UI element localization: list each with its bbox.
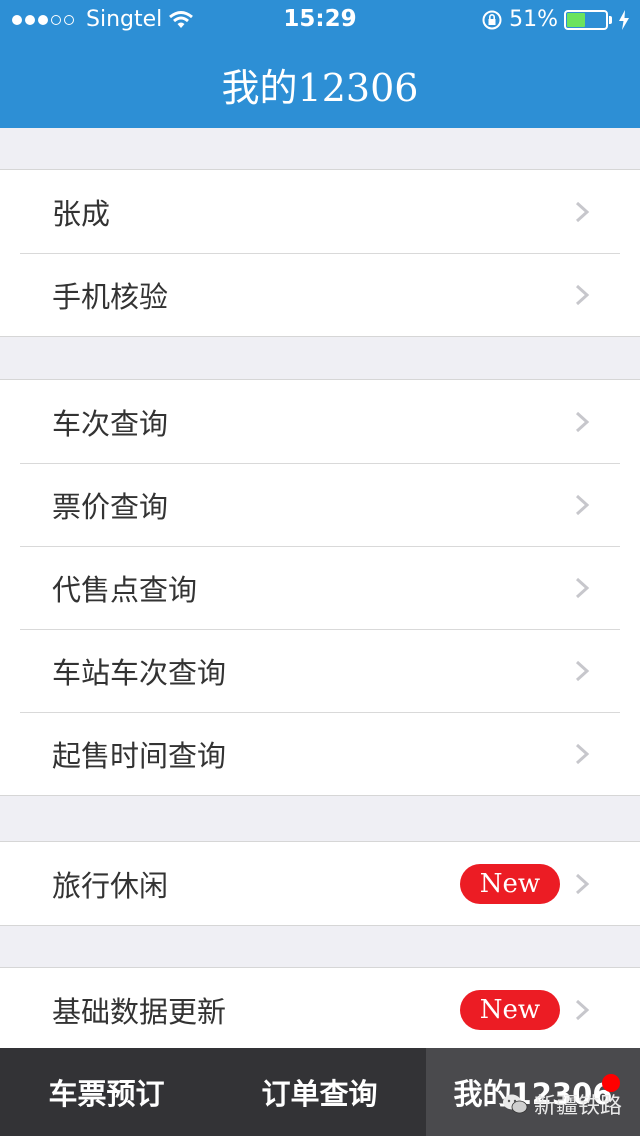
watermark: 新疆铁路 bbox=[502, 1088, 622, 1120]
battery-info: 51% bbox=[481, 7, 630, 32]
chevron-right-icon bbox=[575, 284, 590, 305]
wechat-icon bbox=[502, 1094, 528, 1114]
menu-item-sale-time-query[interactable]: 起售时间查询 bbox=[0, 712, 640, 795]
chevron-right-icon bbox=[575, 494, 590, 515]
tab-label: 订单查询 bbox=[261, 1077, 378, 1111]
chevron-right-icon bbox=[575, 577, 590, 598]
nav-bar: 我的12306 bbox=[0, 40, 640, 128]
menu-item-label: 旅行休闲 bbox=[52, 868, 169, 903]
chevron-right-icon bbox=[575, 999, 590, 1020]
menu-item-phone-verify[interactable]: 手机核验 bbox=[0, 253, 640, 336]
chevron-right-icon bbox=[575, 660, 590, 681]
chevron-right-icon bbox=[575, 201, 590, 222]
menu-item-fare-query[interactable]: 票价查询 bbox=[0, 463, 640, 546]
watermark-text: 新疆铁路 bbox=[533, 1094, 622, 1119]
menu-item-agency-query[interactable]: 代售点查询 bbox=[0, 546, 640, 629]
menu-item-label: 起售时间查询 bbox=[52, 738, 227, 773]
new-badge: New bbox=[460, 863, 560, 904]
tab-ticket-booking[interactable]: 车票预订 bbox=[0, 1048, 213, 1136]
menu-item-user-profile[interactable]: 张成 bbox=[0, 170, 640, 253]
menu-item-label: 手机核验 bbox=[52, 279, 169, 314]
menu-item-label: 车次查询 bbox=[52, 406, 169, 441]
menu-item-station-train-query[interactable]: 车站车次查询 bbox=[0, 629, 640, 712]
menu-item-label: 票价查询 bbox=[52, 489, 169, 524]
chevron-right-icon bbox=[575, 411, 590, 432]
menu-item-data-update[interactable]: 基础数据更新 New bbox=[0, 968, 640, 1051]
new-badge: New bbox=[460, 989, 560, 1030]
chevron-right-icon bbox=[575, 873, 590, 894]
battery-percent: 51% bbox=[509, 7, 558, 32]
section-account: 张成 手机核验 bbox=[0, 169, 640, 337]
section-queries: 车次查询 票价查询 代售点查询 车站车次查询 起售时间查询 bbox=[0, 379, 640, 796]
section-travel: 旅行休闲 New bbox=[0, 841, 640, 926]
menu-item-label: 基础数据更新 bbox=[52, 994, 227, 1029]
charging-bolt-icon bbox=[619, 9, 629, 30]
battery-icon bbox=[564, 9, 608, 30]
section-data-update: 基础数据更新 New bbox=[0, 967, 640, 1052]
chevron-right-icon bbox=[575, 743, 590, 764]
menu-item-train-query[interactable]: 车次查询 bbox=[0, 380, 640, 463]
menu-item-label: 张成 bbox=[52, 196, 111, 231]
page-title: 我的12306 bbox=[221, 65, 419, 110]
menu-item-label: 车站车次查询 bbox=[52, 655, 227, 690]
menu-item-label: 代售点查询 bbox=[52, 572, 198, 607]
tab-label: 车票预订 bbox=[48, 1077, 165, 1111]
status-bar: Singtel 15:29 51% bbox=[0, 0, 640, 40]
tab-order-query[interactable]: 订单查询 bbox=[213, 1048, 426, 1136]
orientation-lock-icon bbox=[482, 10, 502, 29]
menu-item-travel-leisure[interactable]: 旅行休闲 New bbox=[0, 842, 640, 925]
